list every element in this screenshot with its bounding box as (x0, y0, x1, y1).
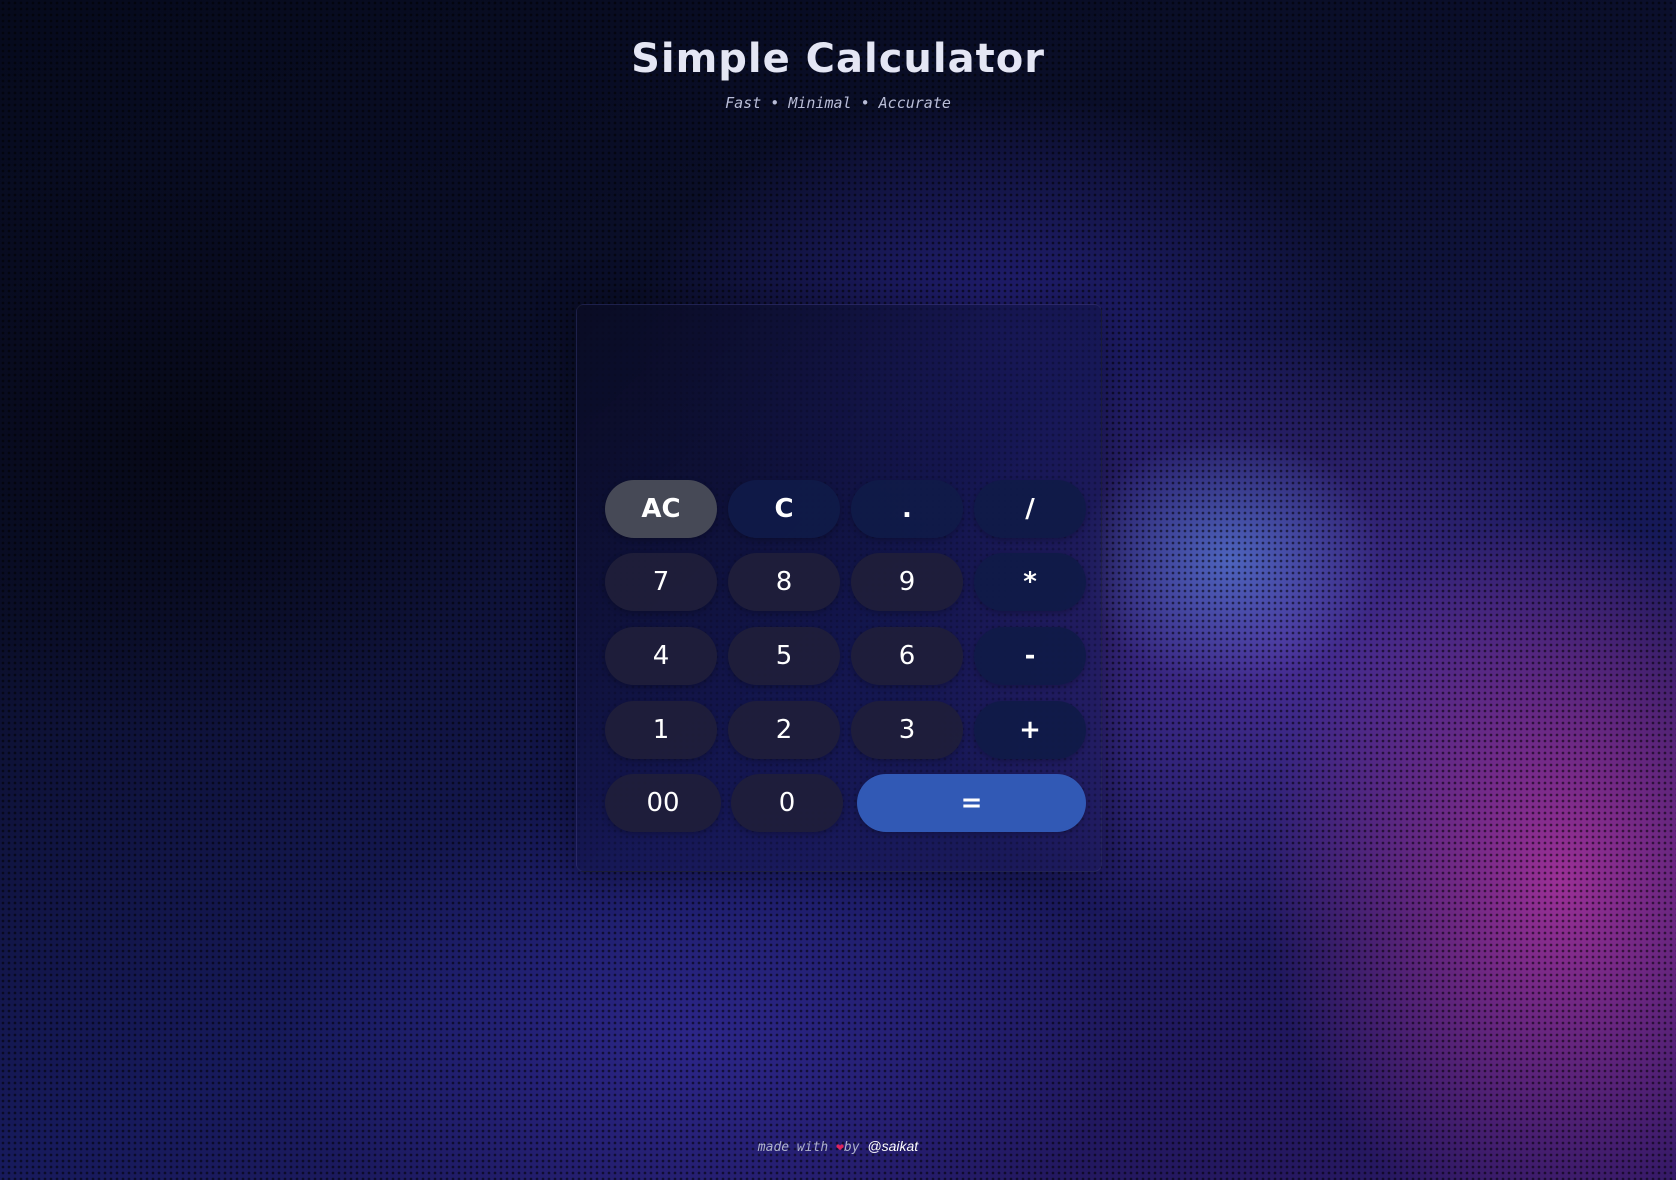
digit-6-button[interactable]: 6 (851, 627, 963, 685)
digit-7-button[interactable]: 7 (605, 553, 717, 611)
digit-4-button[interactable]: 4 (605, 627, 717, 685)
calculator: AC C . / 7 8 9 * 4 5 6 - 1 2 3 + 00 0 = (576, 304, 1102, 872)
page-subtitle: Fast • Minimal • Accurate (725, 94, 951, 112)
footer-made-with: made with (757, 1140, 829, 1155)
subtract-button[interactable]: - (974, 627, 1086, 685)
digit-3-button[interactable]: 3 (851, 701, 963, 759)
footer: made with ❤by @saikat (0, 1138, 1676, 1155)
divide-button[interactable]: / (974, 480, 1086, 538)
author-link[interactable]: @saikat (867, 1138, 918, 1154)
decimal-button[interactable]: . (851, 480, 963, 538)
digit-2-button[interactable]: 2 (728, 701, 840, 759)
digit-8-button[interactable]: 8 (728, 553, 840, 611)
digit-1-button[interactable]: 1 (605, 701, 717, 759)
multiply-button[interactable]: * (974, 553, 1086, 611)
heart-icon: ❤ (836, 1140, 844, 1155)
digit-9-button[interactable]: 9 (851, 553, 963, 611)
clear-button[interactable]: C (728, 480, 840, 538)
calculator-display (605, 329, 1075, 469)
double-zero-button[interactable]: 00 (605, 774, 721, 832)
add-button[interactable]: + (974, 701, 1086, 759)
footer-by: by (843, 1140, 860, 1155)
digit-5-button[interactable]: 5 (728, 627, 840, 685)
equals-button[interactable]: = (857, 774, 1086, 832)
page-title: Simple Calculator (631, 36, 1045, 82)
digit-0-button[interactable]: 0 (731, 774, 843, 832)
all-clear-button[interactable]: AC (605, 480, 717, 538)
